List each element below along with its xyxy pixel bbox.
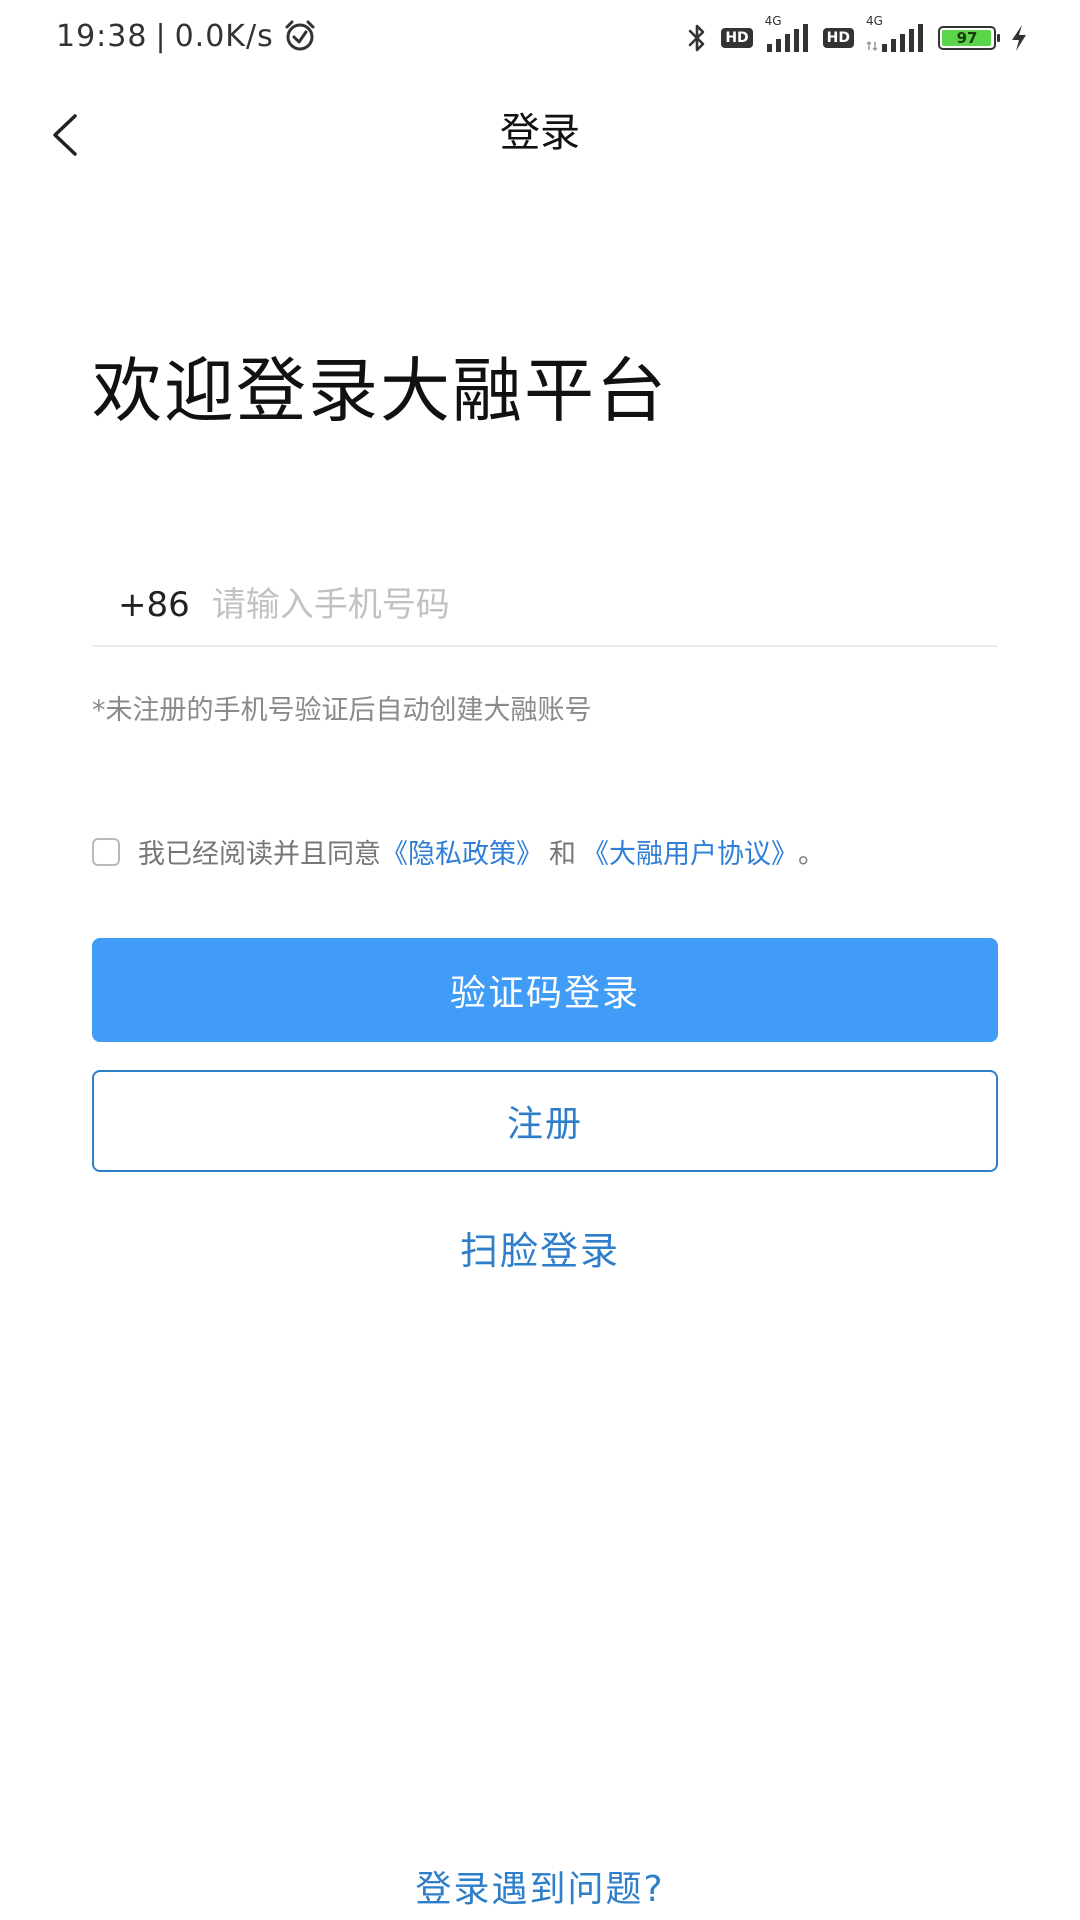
status-time: 19:38 — [56, 18, 148, 54]
face-login-link[interactable]: 扫脸登录 — [0, 1220, 1080, 1275]
signal-2: 4G — [866, 14, 926, 54]
hd-badge-1: HD — [721, 28, 753, 48]
net-type-1: 4G — [764, 14, 782, 28]
privacy-policy-link[interactable]: 《隐私政策》 — [381, 832, 543, 871]
register-button[interactable]: 注册 — [92, 1070, 998, 1172]
alarm-icon — [282, 18, 318, 54]
country-code[interactable]: +86 — [118, 585, 190, 625]
agreement-checkbox[interactable] — [92, 837, 120, 866]
user-agreement-link[interactable]: 《大融用户协议》 — [582, 832, 798, 871]
login-trouble-link[interactable]: 登录遇到问题? — [0, 1860, 1080, 1912]
battery-level: 97 — [956, 29, 978, 47]
battery-icon: 97 — [938, 26, 1000, 50]
sms-login-button[interactable]: 验证码登录 — [92, 938, 998, 1042]
status-right: HD 4G HD 4G 97 — [685, 14, 1030, 58]
welcome-heading: 欢迎登录大融平台 — [92, 350, 668, 432]
agreement-prefix: 我已经阅读并且同意 — [138, 839, 381, 870]
bluetooth-icon — [685, 22, 709, 54]
page-title: 登录 — [500, 110, 580, 156]
status-separator: | — [155, 18, 167, 54]
phone-input-row: +86 — [92, 565, 998, 647]
register-hint: *未注册的手机号验证后自动创建大融账号 — [92, 695, 592, 726]
status-bar: 19:38 | 0.0K/s HD 4G HD 4G 97 — [0, 0, 1080, 80]
agreement-and: 和 — [549, 839, 576, 870]
charging-icon — [1008, 22, 1030, 54]
status-left: 19:38 | 0.0K/s — [56, 18, 318, 54]
header: 登录 — [0, 80, 1080, 200]
signal-1: 4G — [765, 14, 811, 54]
net-type-2: 4G — [866, 14, 883, 28]
agreement-suffix: 。 — [798, 839, 825, 870]
agreement-row: 我已经阅读并且同意 《隐私政策》 和 《大融用户协议》 。 — [92, 832, 825, 871]
hd-badge-2: HD — [822, 28, 854, 48]
status-net-speed: 0.0K/s — [174, 18, 274, 54]
phone-input[interactable] — [209, 584, 874, 626]
